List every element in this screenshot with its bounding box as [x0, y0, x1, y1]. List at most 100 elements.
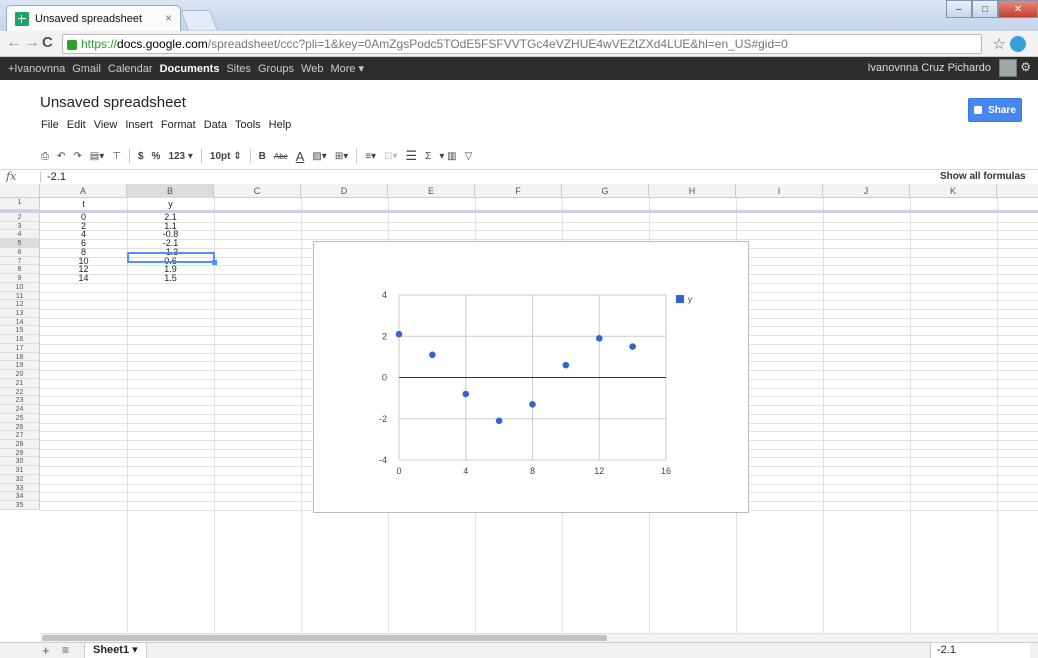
- row-header-25[interactable]: 25: [0, 413, 40, 423]
- url-input[interactable]: https:// docs.google.com /spreadsheet/cc…: [62, 34, 982, 54]
- menu-file[interactable]: File: [41, 119, 59, 131]
- row-header-32[interactable]: 32: [0, 474, 40, 484]
- menu-edit[interactable]: Edit: [67, 119, 86, 131]
- undo-icon[interactable]: ↶: [57, 151, 65, 162]
- row-header-22[interactable]: 22: [0, 387, 40, 397]
- selected-cell[interactable]: [127, 252, 217, 265]
- fill-color-icon[interactable]: ▨▾: [312, 151, 326, 162]
- minimize-button[interactable]: –: [946, 0, 972, 18]
- cell-a9[interactable]: 14: [40, 274, 127, 283]
- row-header-21[interactable]: 21: [0, 378, 40, 388]
- paste-icon[interactable]: ▤▾: [90, 151, 104, 162]
- strikethrough-button[interactable]: Abc: [274, 152, 288, 161]
- menu-insert[interactable]: Insert: [125, 119, 153, 131]
- row-header-3[interactable]: 3: [0, 221, 40, 231]
- row-header-7[interactable]: 7: [0, 256, 40, 266]
- gbar-item-gmail[interactable]: Gmail: [72, 63, 101, 75]
- row-header-9[interactable]: 9: [0, 274, 40, 283]
- row-header-30[interactable]: 30: [0, 457, 40, 467]
- insert-chart-icon[interactable]: ▾ ▥: [439, 151, 456, 162]
- row-header-31[interactable]: 31: [0, 466, 40, 475]
- document-title[interactable]: Unsaved spreadsheet: [40, 94, 186, 111]
- column-header-k[interactable]: K: [910, 184, 997, 198]
- gbar-item-more[interactable]: More ▾: [330, 62, 364, 75]
- scrollbar-thumb[interactable]: [42, 635, 607, 641]
- row-header-17[interactable]: 17: [0, 343, 40, 353]
- forward-arrow-icon[interactable]: →: [24, 34, 40, 52]
- gbar-item-web[interactable]: Web: [301, 63, 323, 75]
- menu-tools[interactable]: Tools: [235, 119, 261, 131]
- font-size-select[interactable]: 10pt ⇕: [210, 151, 242, 162]
- row-header-8[interactable]: 8: [0, 265, 40, 275]
- row-header-27[interactable]: 27: [0, 431, 40, 440]
- scatter-chart[interactable]: 0 4 8 12 16 4 2 0 -2 -4 y: [313, 241, 749, 513]
- row-header-15[interactable]: 15: [0, 326, 40, 336]
- text-color-button[interactable]: A: [296, 149, 305, 164]
- row-header-5[interactable]: 5: [0, 239, 40, 248]
- align-icon[interactable]: ≡▾: [365, 151, 376, 162]
- row-header-4[interactable]: 4: [0, 230, 40, 240]
- row-header-12[interactable]: 12: [0, 300, 40, 310]
- row-header-24[interactable]: 24: [0, 405, 40, 414]
- row-header-16[interactable]: 16: [0, 335, 40, 344]
- bold-button[interactable]: B: [259, 151, 266, 162]
- menu-view[interactable]: View: [94, 119, 118, 131]
- sheet-tab[interactable]: Sheet1 ▾: [84, 643, 147, 658]
- currency-button[interactable]: $: [138, 151, 144, 162]
- sheet-list-icon[interactable]: ≡: [62, 643, 69, 657]
- gbar-item-calendar[interactable]: Calendar: [108, 63, 153, 75]
- column-header-h[interactable]: H: [649, 184, 736, 198]
- horizontal-scrollbar[interactable]: [40, 633, 1038, 642]
- sum-button[interactable]: Σ: [425, 151, 431, 162]
- column-header-f[interactable]: F: [475, 184, 562, 198]
- row-header-35[interactable]: 35: [0, 501, 40, 510]
- number-format-button[interactable]: 123 ▾: [168, 151, 192, 162]
- reload-icon[interactable]: C: [42, 34, 53, 51]
- borders-icon[interactable]: ⊞▾: [335, 151, 348, 162]
- menu-data[interactable]: Data: [204, 119, 227, 131]
- row-header-28[interactable]: 28: [0, 439, 40, 449]
- paint-format-icon[interactable]: ⊤: [112, 151, 121, 162]
- row-header-11[interactable]: 11: [0, 291, 40, 301]
- avatar[interactable]: [999, 59, 1017, 77]
- gbar-item-documents[interactable]: Documents: [160, 63, 220, 75]
- cell-b1[interactable]: y: [127, 200, 214, 209]
- row-header-13[interactable]: 13: [0, 309, 40, 318]
- row-header-33[interactable]: 33: [0, 483, 40, 493]
- row-header-20[interactable]: 20: [0, 370, 40, 379]
- gbar-item-groups[interactable]: Groups: [258, 63, 294, 75]
- select-all-corner[interactable]: [0, 184, 40, 198]
- back-arrow-icon[interactable]: ←: [6, 34, 22, 52]
- cell-b9[interactable]: 1.5: [127, 274, 214, 283]
- new-tab-button[interactable]: [180, 10, 218, 30]
- extension-icon[interactable]: [1010, 36, 1026, 52]
- row-header-29[interactable]: 29: [0, 448, 40, 458]
- formula-input[interactable]: -2.1: [40, 171, 66, 183]
- column-header-g[interactable]: G: [562, 184, 649, 198]
- close-window-button[interactable]: ✕: [998, 0, 1038, 18]
- merge-icon[interactable]: ⊡▾: [384, 151, 397, 162]
- row-header-2[interactable]: 2: [0, 213, 40, 222]
- menu-help[interactable]: Help: [269, 119, 292, 131]
- gear-icon[interactable]: ⚙: [1020, 60, 1031, 74]
- filter-icon[interactable]: ▽: [465, 151, 473, 162]
- row-header-26[interactable]: 26: [0, 422, 40, 432]
- column-header-a[interactable]: A: [40, 184, 127, 198]
- add-sheet-button[interactable]: +: [42, 643, 50, 658]
- menu-format[interactable]: Format: [161, 119, 196, 131]
- share-button[interactable]: Share: [968, 98, 1022, 122]
- bookmark-star-icon[interactable]: ☆: [993, 35, 1006, 53]
- row-header-10[interactable]: 10: [0, 282, 40, 292]
- redo-icon[interactable]: ↷: [73, 151, 81, 162]
- row-header-19[interactable]: 19: [0, 361, 40, 371]
- row-header-34[interactable]: 34: [0, 492, 40, 502]
- print-icon[interactable]: ⎙: [41, 151, 49, 162]
- gbar-item-sites[interactable]: Sites: [226, 63, 250, 75]
- row-header-6[interactable]: 6: [0, 247, 40, 257]
- column-header-d[interactable]: D: [301, 184, 388, 198]
- column-header-e[interactable]: E: [388, 184, 475, 198]
- row-header-14[interactable]: 14: [0, 317, 40, 327]
- column-header-c[interactable]: C: [214, 184, 301, 198]
- close-tab-icon[interactable]: ×: [165, 11, 172, 25]
- account-name[interactable]: Ivanovnna Cruz Pichardo: [867, 62, 991, 74]
